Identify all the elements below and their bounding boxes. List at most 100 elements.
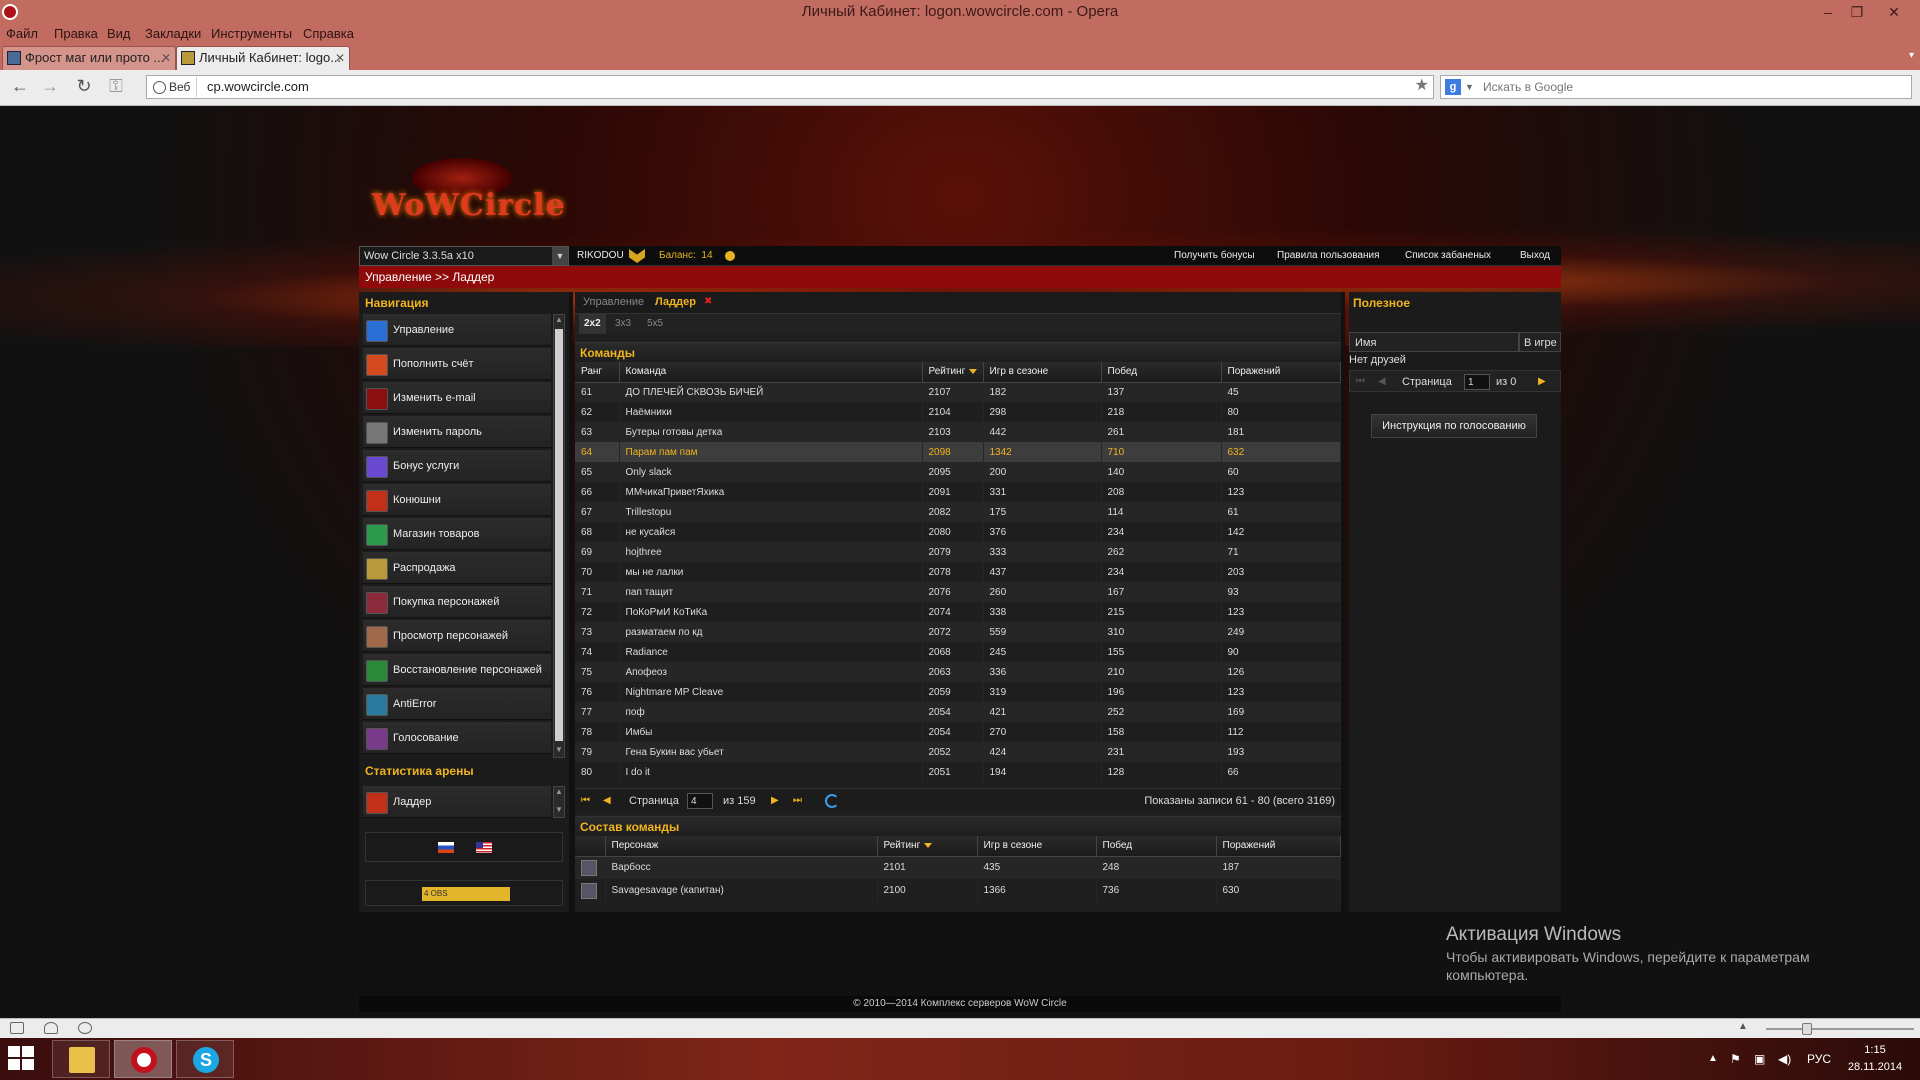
tray-expand-icon[interactable]: ▲ <box>1708 1038 1718 1080</box>
realm-select[interactable]: Wow Circle 3.3.5a x10 ▼ <box>359 246 569 266</box>
arena-scrollbar[interactable]: ▲ ▼ <box>553 786 565 818</box>
nav-item-manage[interactable]: Управление <box>363 314 551 346</box>
nav-item-change-password[interactable]: Изменить пароль <box>363 416 551 448</box>
page-input[interactable] <box>687 793 713 809</box>
address-field[interactable]: Веб cp.wowcircle.com ★ <box>146 75 1434 99</box>
table-row[interactable]: 72 ПоКоРмИ КоТиКа 2074 338 215 123 <box>575 602 1341 622</box>
windows-start-icon[interactable] <box>8 1046 36 1072</box>
table-row[interactable]: 73 разматаем по кд 2072 559 310 249 <box>575 622 1341 642</box>
page-input[interactable] <box>1464 374 1490 390</box>
scroll-thumb[interactable] <box>555 329 563 741</box>
key-icon[interactable]: ⚿ <box>104 76 128 97</box>
tab-menu-icon[interactable]: ▾ <box>1909 50 1914 61</box>
minimize-icon[interactable]: – <box>1814 0 1842 24</box>
menu-view[interactable]: Вид <box>107 26 131 41</box>
col-rank[interactable]: Ранг <box>575 362 620 383</box>
col-rating[interactable]: Рейтинг <box>922 362 984 383</box>
table-row[interactable]: 69 hojthree 2079 333 262 71 <box>575 542 1341 562</box>
col-wins[interactable]: Побед <box>1101 362 1222 383</box>
back-icon[interactable]: ← <box>8 76 32 97</box>
nav-item-sale[interactable]: Распродажа <box>363 552 551 584</box>
zoom-knob[interactable] <box>1802 1023 1812 1035</box>
col-character[interactable]: Персонаж <box>605 836 878 857</box>
menu-file[interactable]: Файл <box>6 26 38 41</box>
nav-item-voting[interactable]: Голосование <box>363 722 551 754</box>
tab-close-icon[interactable]: ✖ <box>704 292 712 312</box>
scroll-down-icon[interactable]: ▼ <box>554 745 564 757</box>
table-row[interactable]: 71 пап тащит 2076 260 167 93 <box>575 582 1341 602</box>
zoom-menu-icon[interactable]: ▲ <box>1738 1021 1748 1032</box>
first-page-icon[interactable]: ⏮ <box>1356 371 1365 393</box>
menu-help[interactable]: Справка <box>303 26 354 41</box>
nav-item-shop[interactable]: Магазин товаров <box>363 518 551 550</box>
table-row[interactable]: 62 Наёмники 2104 298 218 80 <box>575 402 1341 422</box>
tab-manage[interactable]: Управление <box>583 292 644 312</box>
next-page-icon[interactable]: ▶ <box>771 789 779 813</box>
turbo-icon[interactable] <box>78 1022 92 1034</box>
taskbar-opera[interactable] <box>114 1040 172 1078</box>
link-banned-list[interactable]: Список забаненых <box>1405 246 1491 266</box>
table-row[interactable]: 75 Апофеоз 2063 336 210 126 <box>575 662 1341 682</box>
taskbar-skype[interactable]: S <box>176 1040 234 1078</box>
taskbar-explorer[interactable] <box>52 1040 110 1078</box>
table-row[interactable]: Savagesavage (капитан) 2100 1366 736 630 <box>575 879 1341 902</box>
table-row[interactable]: 68 не кусайся 2080 376 234 142 <box>575 522 1341 542</box>
nav-item-bonus[interactable]: Бонус услуги <box>363 450 551 482</box>
tab-close-icon[interactable]: ✕ <box>335 47 345 69</box>
opera-icon[interactable] <box>2 4 18 20</box>
table-row[interactable]: 79 Гена Букин вас убьет 2052 424 231 193 <box>575 742 1341 762</box>
flag-us-icon[interactable] <box>476 842 492 853</box>
nav-item-view-characters[interactable]: Просмотр персонажей <box>363 620 551 652</box>
voting-instructions-button[interactable]: Инструкция по голосованию <box>1371 414 1537 438</box>
col-wins[interactable]: Побед <box>1096 836 1217 857</box>
browser-tab-1[interactable]: Фрост маг или прото ... ✕ <box>2 46 176 70</box>
scroll-up-icon[interactable]: ▲ <box>554 787 564 799</box>
language-indicator[interactable]: РУС <box>1807 1038 1831 1080</box>
close-window-icon[interactable]: ✕ <box>1880 0 1908 24</box>
left-collapse-handle[interactable] <box>569 292 573 912</box>
prev-page-icon[interactable]: ◀ <box>603 789 611 813</box>
username[interactable]: RIKODOU <box>577 246 624 266</box>
table-row[interactable]: 80 I do it 2051 194 128 66 <box>575 762 1341 782</box>
nav-item-change-email[interactable]: Изменить e-mail <box>363 382 551 414</box>
google-icon[interactable]: g <box>1445 79 1461 95</box>
menu-bookmarks[interactable]: Закладки <box>145 26 201 41</box>
nav-item-restore-characters[interactable]: Восстановление персонажей <box>363 654 551 686</box>
tab-3x3[interactable]: 3x3 <box>615 314 631 334</box>
tab-5x5[interactable]: 5x5 <box>647 314 663 334</box>
search-engine-dropdown-icon[interactable]: ▼ <box>1465 76 1474 98</box>
table-row[interactable]: 77 поф 2054 421 252 169 <box>575 702 1341 722</box>
col-ingame[interactable]: В игре <box>1519 332 1561 352</box>
last-page-icon[interactable]: ⏭ <box>793 789 802 813</box>
forward-icon[interactable]: → <box>38 76 62 97</box>
link-logout[interactable]: Выход <box>1520 246 1550 266</box>
menu-tools[interactable]: Инструменты <box>211 26 292 41</box>
table-row[interactable]: 61 ДО ПЛЕЧЕЙ СКВОЗЬ БИЧЕЙ 2107 182 137 45 <box>575 382 1341 402</box>
col-losses[interactable]: Поражений <box>1221 362 1341 383</box>
browser-tab-2[interactable]: Личный Кабинет: logo... ✕ <box>176 46 350 70</box>
table-row[interactable]: 64 Парам пам пам 2098 1342 710 632 <box>575 442 1341 462</box>
scroll-down-icon[interactable]: ▼ <box>554 805 564 817</box>
flag-ru-icon[interactable] <box>438 842 454 853</box>
table-row[interactable]: 70 мы не лалки 2078 437 234 203 <box>575 562 1341 582</box>
prev-page-icon[interactable]: ◀ <box>1378 371 1386 393</box>
col-name[interactable]: Имя <box>1349 332 1519 352</box>
col-losses[interactable]: Поражений <box>1216 836 1341 857</box>
col-rating[interactable]: Рейтинг <box>877 836 978 857</box>
nav-item-buy-characters[interactable]: Покупка персонажей <box>363 586 551 618</box>
nav-item-topup[interactable]: Пополнить счёт <box>363 348 551 380</box>
nav-item-stables[interactable]: Конюшни <box>363 484 551 516</box>
table-row[interactable]: Варбосс 2101 435 248 187 <box>575 856 1341 879</box>
first-page-icon[interactable]: ⏮ <box>581 789 590 813</box>
network-icon[interactable]: ▣ <box>1754 1038 1765 1080</box>
system-clock[interactable]: 1:15 28.11.2014 <box>1842 1042 1908 1076</box>
wowcircle-logo[interactable]: WoWCircle <box>372 158 565 228</box>
counter-banner[interactable]: 4 ОВS <box>365 880 563 906</box>
tab-2x2[interactable]: 2x2 <box>579 314 606 334</box>
link-get-bonuses[interactable]: Получить бонусы <box>1174 246 1255 266</box>
link-rules[interactable]: Правила пользования <box>1277 246 1380 266</box>
table-row[interactable]: 74 Radiance 2068 245 155 90 <box>575 642 1341 662</box>
scroll-up-icon[interactable]: ▲ <box>554 315 564 327</box>
nav-item-ladder[interactable]: Ладдер <box>363 786 551 818</box>
table-row[interactable]: 67 Trillestopu 2082 175 114 61 <box>575 502 1341 522</box>
